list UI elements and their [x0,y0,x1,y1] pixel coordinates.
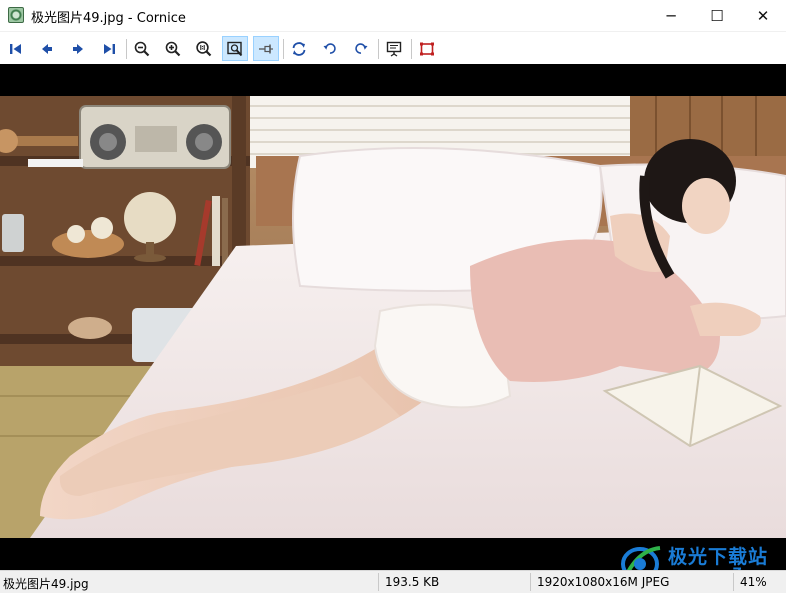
pin-zoom-button[interactable] [253,36,279,61]
maximize-button[interactable]: ☐ [694,0,740,31]
rotate-right-button[interactable] [348,36,374,61]
toolbar-separator [411,39,412,59]
status-zoom: 41% [740,575,767,589]
image-viewer[interactable] [0,64,786,570]
bedroom-photo-image [0,96,786,538]
watermark-title: 极光下载站 [668,546,769,568]
status-filesize: 193.5 KB [385,575,440,589]
first-image-button[interactable] [3,36,29,61]
toolbar-separator [126,39,127,59]
toolbar [0,31,786,64]
toolbar-separator [283,39,284,59]
undo-icon [323,42,336,54]
fullscreen-button[interactable] [414,36,440,61]
rotate-icon [292,41,306,56]
next-image-button[interactable] [65,36,91,61]
status-filename: 极光图片49.jpg [3,577,89,591]
pin-icon [259,44,273,53]
arrow-right-icon [73,43,83,54]
status-divider [378,573,379,591]
toolbar-separator [378,39,379,59]
window-title: 极光图片49.jpg - Cornice [31,11,186,26]
photo [0,96,786,538]
skip-last-icon [104,43,115,54]
last-image-button[interactable] [96,36,122,61]
fit-to-window-button[interactable] [222,36,248,61]
skip-first-icon [10,43,21,54]
status-divider [530,573,531,591]
zoom-1to1-icon [196,40,212,56]
fullscreen-icon [420,42,434,55]
slideshow-button[interactable] [381,36,407,61]
zoom-in-button[interactable] [160,36,186,61]
app-icon [8,7,24,23]
rotate-button[interactable] [286,36,312,61]
status-divider [733,573,734,591]
fit-window-icon [227,41,243,56]
zoom-actual-size-button[interactable] [191,36,217,61]
close-button[interactable]: ✕ [740,0,786,31]
maximize-icon: ☐ [710,6,724,25]
zoom-in-icon [165,41,181,56]
minimize-button[interactable]: ─ [648,0,694,31]
minimize-icon: ─ [666,6,676,25]
rotate-left-button[interactable] [317,36,343,61]
slideshow-icon [386,41,402,57]
zoom-out-icon [134,41,150,56]
status-bar: 极光图片49.jpg 193.5 KB 1920x1080x16M JPEG 4… [0,570,786,593]
title-bar: 极光图片49.jpg - Cornice ─ ☐ ✕ [0,0,786,31]
previous-image-button[interactable] [34,36,60,61]
zoom-out-button[interactable] [129,36,155,61]
arrow-left-icon [42,43,52,54]
redo-icon [355,42,368,54]
close-icon: ✕ [756,6,770,25]
status-dimensions: 1920x1080x16M JPEG [537,575,670,589]
